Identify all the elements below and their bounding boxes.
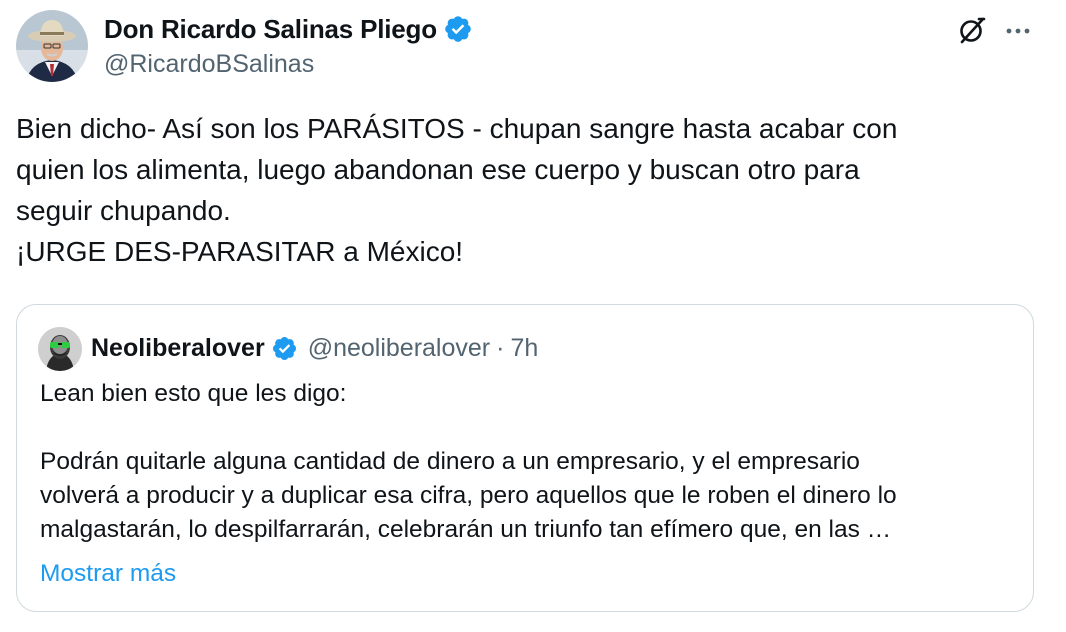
quoted-timestamp[interactable]: 7h [510, 334, 538, 363]
tweet-text-line: ¡URGE DES-PARASITAR a México! [16, 236, 464, 267]
author-name-row: Don Ricardo Salinas Pliego [104, 12, 473, 46]
quoted-author-name[interactable]: Neoliberalover [91, 334, 265, 363]
quoted-text-line: Podrán quitarle alguna cantidad de diner… [40, 448, 860, 475]
grok-button[interactable] [954, 14, 990, 50]
verified-badge-icon[interactable] [443, 14, 473, 44]
grok-icon [957, 15, 987, 50]
quoted-author-avatar[interactable] [38, 327, 82, 371]
tweet-text-line: quien los alimenta, luego abandonan ese … [16, 154, 860, 185]
more-options-button[interactable] [1000, 14, 1036, 50]
author-name[interactable]: Don Ricardo Salinas Pliego [104, 14, 437, 45]
tweet: Don Ricardo Salinas Pliego @RicardoBSali… [0, 0, 1066, 632]
show-more-link[interactable]: Mostrar más [40, 557, 176, 591]
quoted-text-blank-line [40, 411, 1020, 445]
verified-badge-icon[interactable] [271, 335, 298, 362]
quoted-author-handle[interactable]: @neoliberalover [308, 334, 490, 363]
separator-dot: · [496, 333, 505, 362]
quoted-tweet-card[interactable]: Neoliberalover @neoliberalover · 7h Lean… [16, 304, 1034, 612]
more-icon [1004, 23, 1032, 41]
quoted-text-line: malgastarán, lo despilfarrarán, celebrar… [40, 516, 892, 543]
quoted-text-line: volverá a producir y a duplicar esa cifr… [40, 482, 897, 509]
tweet-text-line: seguir chupando. [16, 195, 231, 226]
author-handle[interactable]: @RicardoBSalinas [104, 50, 314, 79]
tweet-text-line: Bien dicho- Así son los PARÁSITOS - chup… [16, 113, 898, 144]
quoted-text-line: Lean bien esto que les digo: [40, 380, 347, 407]
author-avatar[interactable] [16, 10, 88, 82]
quoted-header: Neoliberalover @neoliberalover · 7h [91, 331, 538, 365]
tweet-text: Bien dicho- Así son los PARÁSITOS - chup… [16, 108, 1026, 272]
quoted-tweet-text: Lean bien esto que les digo: Podrán quit… [40, 377, 1020, 547]
